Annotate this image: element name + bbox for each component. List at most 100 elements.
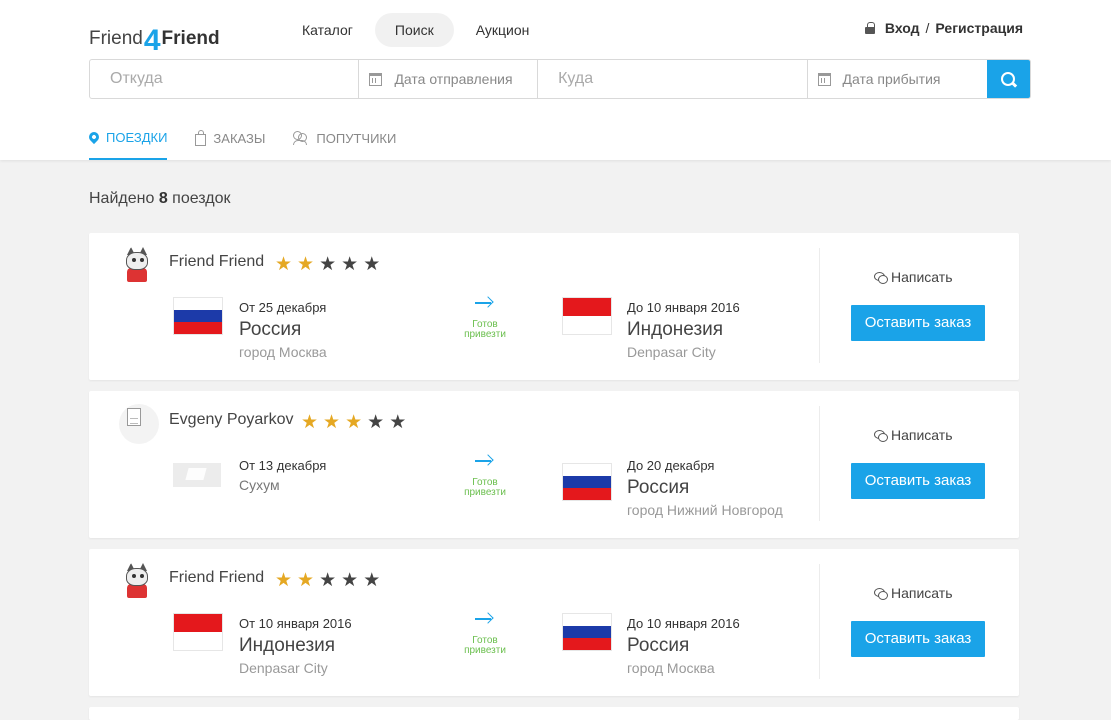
- logo-part2: Friend: [161, 28, 220, 49]
- chat-icon: [874, 587, 888, 600]
- arrive-date-input[interactable]: Дата прибытия: [808, 60, 988, 98]
- tab-label: ПОЕЗДКИ: [106, 129, 168, 145]
- auth-separator: /: [925, 20, 930, 36]
- calendar-icon: [369, 72, 383, 86]
- location-pin-icon: [86, 129, 102, 145]
- arrow-right-icon: [473, 296, 497, 308]
- ready-to-bring: Готов привезти: [464, 319, 506, 340]
- user-rating: ★ ★ ★ ★ ★: [275, 571, 380, 590]
- to-city: Denpasar City: [627, 344, 716, 360]
- write-label: Написать: [891, 427, 953, 443]
- place-order-button[interactable]: Оставить заказ: [851, 621, 985, 657]
- from-city: город Москва: [239, 344, 327, 360]
- user-avatar[interactable]: [119, 562, 159, 602]
- to-city: город Москва: [627, 660, 715, 676]
- star-icon: ★: [319, 570, 337, 591]
- card-divider: [819, 564, 820, 679]
- calendar-icon: [817, 72, 831, 86]
- main-nav: Каталог Поиск Аукцион: [286, 13, 545, 47]
- star-icon: ★: [367, 412, 385, 433]
- user-avatar[interactable]: [119, 246, 159, 286]
- trip-card[interactable]: [89, 707, 1019, 720]
- to-country: Россия: [627, 635, 690, 656]
- user-avatar[interactable]: [119, 404, 159, 444]
- tab-label: ЗАКАЗЫ: [213, 130, 266, 146]
- to-date: До 10 января 2016: [627, 300, 740, 315]
- tab-companions[interactable]: ПОПУТЧИКИ: [293, 118, 396, 160]
- write-message-button[interactable]: Написать: [874, 269, 952, 285]
- ready-to-bring: Готов привезти: [464, 635, 506, 656]
- trip-card[interactable]: Friend Friend ★ ★ ★ ★ ★ От 10 января 201…: [89, 549, 1019, 696]
- star-icon: ★: [301, 412, 319, 433]
- to-date: До 20 декабря: [627, 458, 715, 473]
- login-link[interactable]: Вход: [885, 20, 920, 36]
- star-icon: ★: [363, 570, 381, 591]
- trip-card[interactable]: Friend Friend ★ ★ ★ ★ ★ От 25 декабря Ро…: [89, 233, 1019, 380]
- search-bar: Откуда Дата отправления Куда Дата прибыт…: [89, 59, 1031, 99]
- site-header: Friend 4 Friend Каталог Поиск Аукцион Вх…: [0, 0, 1111, 160]
- nav-catalog[interactable]: Каталог: [286, 13, 369, 47]
- user-name[interactable]: Evgeny Poyarkov: [169, 411, 294, 429]
- russia-flag: [562, 613, 612, 651]
- trip-card[interactable]: Evgeny Poyarkov ★ ★ ★ ★ ★ От 13 декабря …: [89, 391, 1019, 538]
- user-name[interactable]: Friend Friend: [169, 569, 264, 587]
- shopping-bag-icon: [195, 129, 207, 146]
- depart-date-input[interactable]: Дата отправления: [359, 60, 539, 98]
- star-icon: ★: [275, 254, 293, 275]
- found-prefix: Найдено: [89, 190, 155, 207]
- card-divider: [819, 406, 820, 521]
- place-order-button[interactable]: Оставить заказ: [851, 305, 985, 341]
- arrive-date-placeholder: Дата прибытия: [842, 71, 941, 87]
- auth-links: Вход / Регистрация: [864, 20, 1023, 36]
- star-icon: ★: [345, 412, 363, 433]
- placeholder-flag: [173, 455, 223, 493]
- found-suffix: поездок: [172, 190, 231, 207]
- people-icon: [293, 131, 309, 145]
- from-date: От 13 декабря: [239, 458, 327, 473]
- nav-search[interactable]: Поиск: [374, 13, 454, 47]
- lock-icon: [864, 22, 875, 34]
- to-country: Россия: [627, 477, 690, 498]
- star-icon: ★: [275, 570, 293, 591]
- star-icon: ★: [323, 412, 341, 433]
- tab-orders[interactable]: ЗАКАЗЫ: [195, 118, 265, 160]
- from-date: От 10 января 2016: [239, 616, 352, 631]
- register-link[interactable]: Регистрация: [935, 20, 1023, 36]
- card-divider: [819, 248, 820, 363]
- from-city: Denpasar City: [239, 660, 328, 676]
- russia-flag: [173, 297, 223, 335]
- write-message-button[interactable]: Написать: [874, 427, 952, 443]
- chat-icon: [874, 271, 888, 284]
- star-icon: ★: [297, 254, 315, 275]
- result-tabs: ПОЕЗДКИ ЗАКАЗЫ ПОПУТЧИКИ: [86, 118, 396, 160]
- search-button[interactable]: [987, 60, 1030, 98]
- to-city: город Нижний Новгород: [627, 502, 783, 518]
- arrow-right-icon: [473, 454, 497, 466]
- star-icon: ★: [297, 570, 315, 591]
- results-count: Найдено 8 поездок: [89, 190, 231, 208]
- logo-number: 4: [143, 24, 161, 57]
- tab-label: ПОПУТЧИКИ: [316, 130, 397, 146]
- nav-auction[interactable]: Аукцион: [460, 13, 546, 47]
- site-logo[interactable]: Friend 4 Friend: [89, 18, 220, 57]
- arrow-right-icon: [473, 612, 497, 624]
- write-label: Написать: [891, 269, 953, 285]
- write-message-button[interactable]: Написать: [874, 585, 952, 601]
- from-city: Сухум: [239, 477, 280, 493]
- search-icon: [1001, 71, 1016, 87]
- user-name[interactable]: Friend Friend: [169, 253, 264, 271]
- from-date: От 25 декабря: [239, 300, 327, 315]
- star-icon: ★: [341, 254, 359, 275]
- indonesia-flag: [173, 613, 223, 651]
- from-country: Россия: [239, 319, 302, 340]
- from-input[interactable]: Откуда: [90, 60, 360, 98]
- logo-part1: Friend: [89, 28, 143, 49]
- to-input[interactable]: Куда: [538, 60, 808, 98]
- tab-trips[interactable]: ПОЕЗДКИ: [86, 118, 168, 160]
- from-country: Индонезия: [239, 635, 336, 656]
- place-order-button[interactable]: Оставить заказ: [851, 463, 985, 499]
- user-rating: ★ ★ ★ ★ ★: [301, 413, 406, 432]
- russia-flag: [562, 463, 612, 501]
- star-icon: ★: [341, 570, 359, 591]
- found-count: 8: [158, 190, 168, 207]
